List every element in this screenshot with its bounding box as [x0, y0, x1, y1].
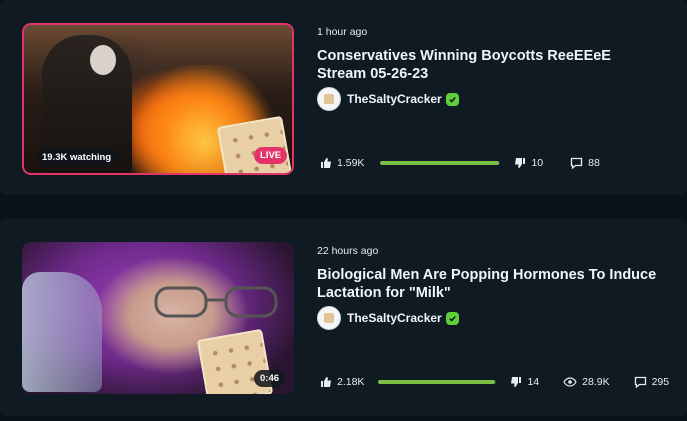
- like-ratio-fill: [378, 380, 496, 384]
- like-count: 2.18K: [337, 376, 365, 388]
- dislike-count: 10: [531, 157, 544, 169]
- thumbs-up-icon: [321, 377, 331, 387]
- cracker-mascot: [216, 115, 292, 173]
- comment-count: 88: [588, 157, 600, 169]
- like-ratio-bar: [378, 380, 497, 384]
- like-ratio-bar: [380, 161, 501, 165]
- comment-icon: [634, 376, 646, 388]
- comment-count: 295: [651, 376, 670, 388]
- like-button[interactable]: 1.59K: [320, 157, 364, 169]
- video-stats: 2.18K 14 28.9K 295: [320, 374, 669, 390]
- avatar[interactable]: [317, 306, 341, 330]
- comments-button[interactable]: 88: [570, 157, 600, 169]
- video-title[interactable]: Biological Men Are Popping Hormones To I…: [317, 267, 657, 302]
- video-stats: 1.59K 10 88: [320, 155, 600, 171]
- like-count: 1.59K: [337, 157, 365, 169]
- time-ago: 1 hour ago: [317, 26, 368, 38]
- view-count: 28.9K: [582, 376, 610, 388]
- like-ratio-fill: [380, 161, 500, 165]
- dislike-button[interactable]: 14: [510, 376, 539, 388]
- bottle: [22, 272, 102, 392]
- video-thumbnail[interactable]: 19.3K watching: [22, 23, 294, 175]
- views-stat: 28.9K: [563, 376, 610, 388]
- comment-icon: [570, 157, 583, 169]
- duration-badge: 0:46: [254, 370, 286, 387]
- watching-badge: 19.3K watching: [36, 149, 118, 166]
- channel-name[interactable]: TheSaltyCracker: [347, 92, 442, 106]
- verified-icon: [445, 311, 459, 325]
- thumbs-down-icon: [515, 158, 526, 168]
- like-button[interactable]: 2.18K: [320, 376, 364, 388]
- glasses: [154, 286, 278, 318]
- eye-icon: [563, 377, 577, 387]
- thumbs-up-icon: [321, 158, 331, 168]
- dislike-button[interactable]: 10: [514, 157, 543, 169]
- verified-icon: [445, 92, 459, 106]
- live-badge: LIVE: [254, 147, 288, 164]
- channel-link[interactable]: TheSaltyCracker: [317, 305, 459, 331]
- dislike-count: 14: [527, 376, 540, 388]
- video-thumbnail[interactable]: [22, 242, 294, 394]
- video-card[interactable]: 19.3K watching LIVE 1 hour ago Conservat…: [0, 0, 687, 195]
- channel-link[interactable]: TheSaltyCracker: [317, 86, 459, 112]
- time-ago: 22 hours ago: [317, 245, 379, 257]
- thumbs-down-icon: [511, 377, 522, 387]
- channel-name[interactable]: TheSaltyCracker: [347, 311, 442, 325]
- video-title[interactable]: Conservatives Winning Boycotts ReeEEeE S…: [317, 48, 657, 83]
- comments-button[interactable]: 295: [634, 376, 670, 388]
- avatar[interactable]: [317, 87, 341, 111]
